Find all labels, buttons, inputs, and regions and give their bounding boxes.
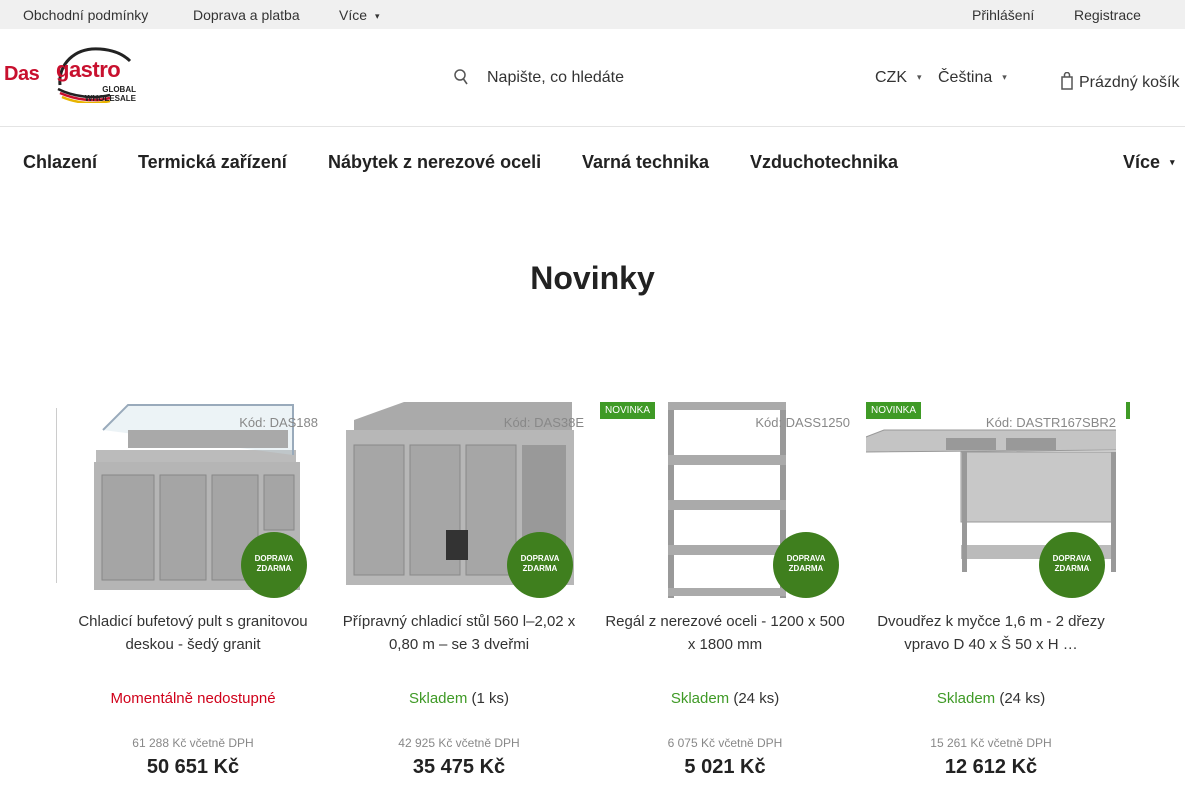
cart-label: Prázdný košík [1079, 74, 1180, 91]
logo-word-das: Das [4, 63, 40, 85]
search-icon [454, 68, 468, 91]
free-shipping-badge: DOPRAVA ZDARMA [241, 532, 307, 598]
nav-item-termicka[interactable]: Termická zařízení [138, 152, 287, 173]
language-label: Čeština [938, 69, 993, 86]
free-shipping-badge: DOPRAVA ZDARMA [507, 532, 573, 598]
product-code: Kód: DASS1250 [755, 415, 850, 430]
search-input[interactable]: Napište, co hledáte [487, 69, 624, 87]
product-card[interactable]: NOVINKA Kód: DASS1250 DOPRAVA ZDARMA Reg… [600, 400, 850, 800]
stock-status-label: Skladem [670, 690, 730, 707]
link-shipping[interactable]: Doprava a platba [193, 7, 300, 23]
currency-select[interactable]: CZK ▾ [875, 69, 922, 87]
cart-icon [1061, 71, 1073, 90]
more-menu[interactable]: Více ▾ [339, 7, 380, 23]
section-title: Novinky [530, 260, 655, 296]
free-shipping-line2: ZDARMA [788, 564, 824, 573]
product-name[interactable]: Dvoudřez k myčce 1,6 m - 2 dřezy vpravo … [866, 610, 1116, 656]
currency-label: CZK [875, 69, 907, 86]
product-card[interactable]: Kód: DAS38E DOPRAVA ZDARMA Přípravný chl… [334, 400, 584, 800]
product-card[interactable]: NOVINKA Kód: DASTR167SBR2 DOPRAVA ZDARMA… [857, 400, 1125, 800]
price: 35 475 Kč [412, 756, 506, 778]
price: 5 021 Kč [684, 756, 766, 778]
price-with-vat: 42 925 Kč včetně DPH [398, 736, 520, 750]
logo-tag-global: GLOBAL [102, 85, 136, 94]
price-with-vat: 15 261 Kč včetně DPH [930, 736, 1052, 750]
stock-count: (24 ks) [733, 690, 780, 707]
header: Das gastro GLOBAL WHOLESALE Napište, co … [0, 29, 1185, 127]
logo-tagline: GLOBAL WHOLESALE [80, 85, 136, 103]
stock-status-label: Momentálně nedostupné [110, 690, 276, 707]
search-box[interactable]: Napište, co hledáte [450, 66, 750, 90]
chevron-down-icon: ▾ [1002, 72, 1007, 82]
price-with-vat: 6 075 Kč včetně DPH [667, 736, 783, 750]
new-badge: NOVINKA [600, 402, 656, 419]
carousel-prev-edge [56, 408, 59, 583]
free-shipping-line2: ZDARMA [522, 564, 558, 573]
free-shipping-line1: DOPRAVA [786, 554, 826, 563]
chevron-down-icon: ▾ [1170, 157, 1175, 167]
logo-word-gastro: gastro [56, 57, 121, 82]
chevron-down-icon: ▾ [917, 72, 922, 82]
product-code: Kód: DASTR167SBR2 [985, 415, 1116, 430]
logo-tag-wholesale: WHOLESALE [84, 94, 136, 103]
stock-status: Skladem (24 ks) [866, 690, 1116, 707]
product-code: Kód: DAS38E [503, 415, 584, 430]
stock-count: (24 ks) [999, 690, 1046, 707]
free-shipping-line1: DOPRAVA [520, 554, 560, 563]
language-select[interactable]: Čeština ▾ [938, 69, 1007, 87]
carousel-next-edge [1126, 402, 1130, 419]
more-menu-label: Více [339, 7, 368, 23]
stock-status: Skladem (24 ks) [600, 690, 850, 707]
link-terms[interactable]: Obchodní podmínky [23, 7, 148, 23]
free-shipping-line2: ZDARMA [256, 564, 292, 573]
nav-item-nabytek[interactable]: Nábytek z nerezové oceli [328, 152, 541, 173]
free-shipping-badge: DOPRAVA ZDARMA [1039, 532, 1105, 598]
nav-more-label: Více [1123, 152, 1161, 172]
free-shipping-badge: DOPRAVA ZDARMA [773, 532, 839, 598]
free-shipping-line1: DOPRAVA [1052, 554, 1092, 563]
main-nav: Chlazení Termická zařízení Nábytek z ner… [0, 127, 1185, 197]
nav-more[interactable]: Více ▾ [1123, 152, 1175, 173]
login-link[interactable]: Přihlášení [972, 7, 1034, 23]
new-badge: NOVINKA [866, 402, 922, 419]
product-card[interactable]: Kód: DAS188 DOPRAVA ZDARMA Chladicí bufe… [68, 400, 318, 800]
stock-status: Momentálně nedostupné [68, 690, 318, 707]
product-name[interactable]: Regál z nerezové oceli - 1200 x 500 x 18… [600, 610, 850, 656]
nav-item-vzduchotechnika[interactable]: Vzduchotechnika [750, 152, 898, 173]
stock-status-label: Skladem [936, 690, 996, 707]
stock-status: Skladem (1 ks) [334, 690, 584, 707]
product-name[interactable]: Přípravný chladicí stůl 560 l–2,02 x 0,8… [334, 610, 584, 656]
price: 50 651 Kč [146, 756, 240, 778]
logo[interactable]: Das gastro GLOBAL WHOLESALE [4, 45, 138, 103]
register-link[interactable]: Registrace [1074, 7, 1141, 23]
nav-item-chlazeni[interactable]: Chlazení [23, 152, 97, 173]
stock-count: (1 ks) [471, 690, 510, 707]
top-bar: Obchodní podmínky Doprava a platba Více ▾… [0, 0, 1185, 29]
free-shipping-line2: ZDARMA [1054, 564, 1090, 573]
nav-item-varna[interactable]: Varná technika [582, 152, 709, 173]
chevron-down-icon: ▾ [375, 11, 380, 21]
free-shipping-line1: DOPRAVA [254, 554, 294, 563]
cart-button[interactable]: Prázdný košík [1061, 69, 1179, 92]
product-name[interactable]: Chladicí bufetový pult s granitovou desk… [68, 610, 318, 656]
stock-status-label: Skladem [408, 690, 468, 707]
price-with-vat: 61 288 Kč včetně DPH [132, 736, 254, 750]
price: 12 612 Kč [944, 756, 1038, 778]
product-code: Kód: DAS188 [239, 415, 318, 430]
